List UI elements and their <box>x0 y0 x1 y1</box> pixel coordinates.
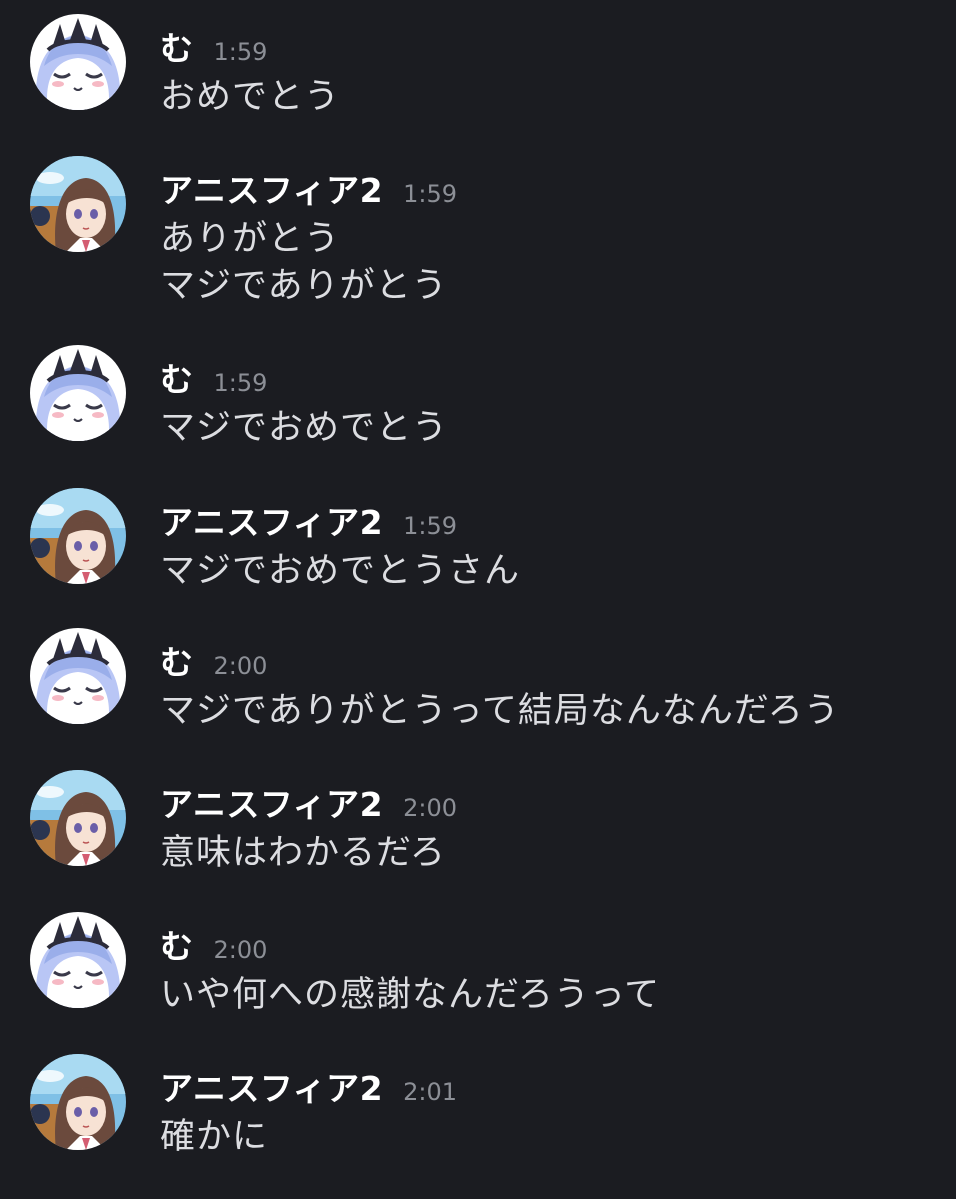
username[interactable]: む <box>160 22 194 70</box>
timestamp: 2:00 <box>213 652 268 680</box>
message-item: む 2:00 いや何への感謝なんだろうって <box>0 898 956 1038</box>
username[interactable]: む <box>160 920 194 968</box>
username[interactable]: アニスフィア2 <box>160 1062 383 1110</box>
avatar[interactable] <box>30 628 126 724</box>
message-item: む 2:00 マジでありがとうって結局なんなんだろう <box>0 614 956 754</box>
message-text: 確かに <box>160 1117 269 1157</box>
message-text: いや何への感謝なんだろうって <box>160 975 661 1015</box>
timestamp: 2:01 <box>403 1078 458 1106</box>
message-text: ありがとう <box>160 219 341 259</box>
chat-log: む 1:59 おめでとう アニスフィア2 1:59 ありがとう マジでありがとう <box>0 0 956 1199</box>
message-item: アニスフィア2 2:00 意味はわかるだろ <box>0 756 956 896</box>
message-item: アニスフィア2 1:59 マジでおめでとうさん <box>0 474 956 614</box>
message-text: マジでおめでとうさん <box>160 551 521 591</box>
message-text: マジでありがとうって結局なんなんだろう <box>160 691 840 731</box>
username[interactable]: アニスフィア2 <box>160 778 383 826</box>
username[interactable]: む <box>160 636 194 684</box>
avatar[interactable] <box>30 156 126 252</box>
message-item: アニスフィア2 2:01 確かに <box>0 1040 956 1180</box>
username[interactable]: アニスフィア2 <box>160 164 383 212</box>
timestamp: 1:59 <box>403 512 458 540</box>
avatar[interactable] <box>30 345 126 441</box>
avatar[interactable] <box>30 770 126 866</box>
timestamp: 2:00 <box>213 936 268 964</box>
message-item: アニスフィア2 1:59 ありがとう マジでありがとう <box>0 142 956 306</box>
message-text: おめでとう <box>160 77 341 117</box>
avatar[interactable] <box>30 1054 126 1150</box>
timestamp: 2:00 <box>403 794 458 822</box>
avatar[interactable] <box>30 14 126 110</box>
message-item: む 1:59 マジでおめでとう <box>0 331 956 471</box>
message-item: む 1:59 おめでとう <box>0 0 956 140</box>
timestamp: 1:59 <box>213 38 268 66</box>
timestamp: 1:59 <box>403 180 458 208</box>
username[interactable]: アニスフィア2 <box>160 496 383 544</box>
avatar[interactable] <box>30 912 126 1008</box>
avatar[interactable] <box>30 488 126 584</box>
message-text: 意味はわかるだろ <box>160 833 446 873</box>
timestamp: 1:59 <box>213 369 268 397</box>
username[interactable]: む <box>160 353 194 401</box>
message-text: マジでおめでとう <box>160 408 449 448</box>
message-text: マジでありがとう <box>160 266 448 306</box>
